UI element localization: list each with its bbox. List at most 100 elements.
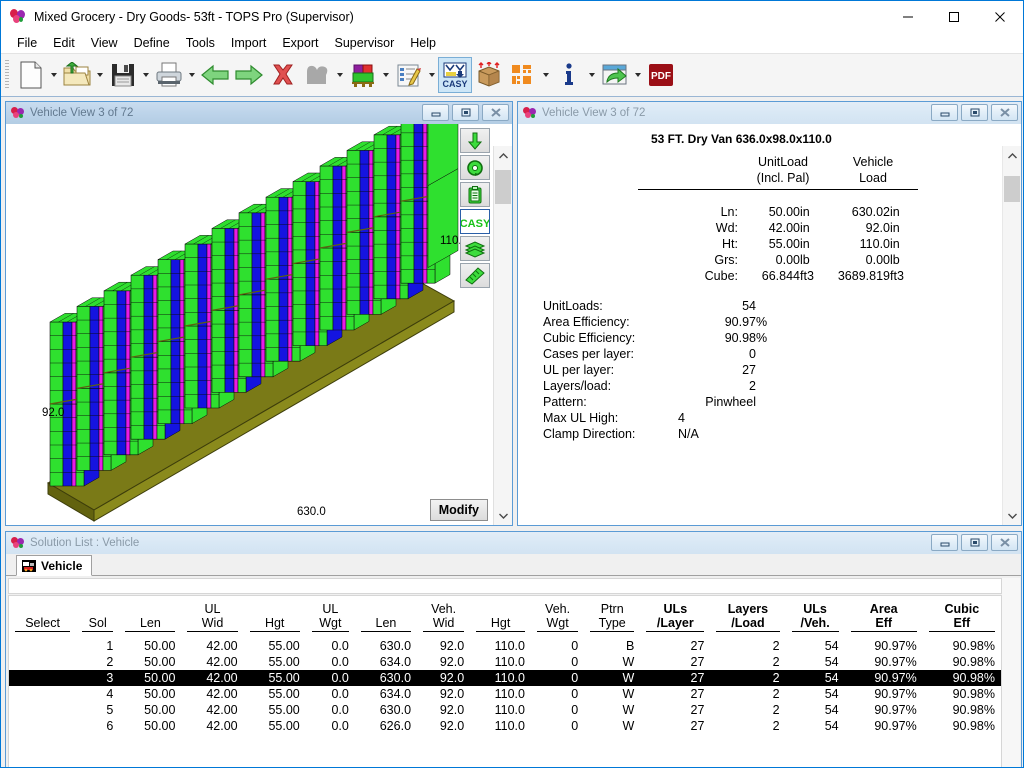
palletize-blocks-icon[interactable] bbox=[346, 57, 380, 93]
spec-ul-grs: 0.00 bbox=[775, 253, 800, 267]
export-share-icon[interactable] bbox=[598, 57, 632, 93]
modify-button[interactable]: Modify bbox=[429, 499, 488, 521]
menu-edit[interactable]: Edit bbox=[45, 34, 83, 52]
toolbar-grip[interactable] bbox=[5, 60, 9, 90]
cell-veh-hgt: 110.0 bbox=[470, 670, 531, 686]
minimize-icon[interactable] bbox=[931, 104, 958, 121]
table-row[interactable]: 4 50.00 42.00 55.00 0.0 634.0 92.0 110.0 0 W 27 2 54… bbox=[9, 686, 1001, 702]
vehicle-view-3d-window: Vehicle View 3 of 72 630.0 92.0 110 CASY… bbox=[5, 101, 513, 526]
table-row[interactable]: 1 50.00 42.00 55.00 0.0 630.0 92.0 110.0 0 B 27 2 54… bbox=[9, 638, 1001, 654]
new-document-dropdown[interactable] bbox=[48, 57, 60, 93]
solution-list-hscrollbar[interactable] bbox=[8, 578, 1002, 594]
info-dropdown[interactable] bbox=[586, 57, 598, 93]
menu-help[interactable]: Help bbox=[402, 34, 444, 52]
col-cubic-eff[interactable]: Cubic Eff bbox=[923, 602, 1001, 633]
col-veh-hgt[interactable]: Hgt bbox=[470, 602, 531, 633]
solution-list-vscrollbar[interactable] bbox=[1002, 578, 1020, 767]
cell-select bbox=[9, 686, 76, 702]
minimize-button[interactable] bbox=[885, 1, 931, 32]
vehicle-view-3d-vscrollbar[interactable] bbox=[493, 146, 512, 525]
col-ptrn-type[interactable]: Ptrn Type bbox=[584, 602, 640, 633]
restore-icon[interactable] bbox=[961, 104, 988, 121]
menu-define[interactable]: Define bbox=[126, 34, 178, 52]
print-dropdown[interactable] bbox=[186, 57, 198, 93]
ruler-icon[interactable] bbox=[460, 263, 490, 288]
scroll-up-icon[interactable] bbox=[494, 146, 512, 165]
palletize-blocks-dropdown[interactable] bbox=[380, 57, 392, 93]
save-dropdown[interactable] bbox=[140, 57, 152, 93]
col-veh-wgt[interactable]: Veh. Wgt bbox=[531, 602, 584, 633]
open-folder-dropdown[interactable] bbox=[94, 57, 106, 93]
menu-export[interactable]: Export bbox=[274, 34, 326, 52]
carton-box-icon[interactable] bbox=[472, 57, 506, 93]
minimize-icon[interactable] bbox=[931, 534, 958, 551]
minimize-icon[interactable] bbox=[422, 104, 449, 121]
col-veh-wid[interactable]: Veh. Wid bbox=[417, 602, 470, 633]
back-arrow-icon[interactable] bbox=[198, 57, 232, 93]
vehicle-view-report-vscrollbar[interactable] bbox=[1002, 146, 1021, 525]
col-veh-len[interactable]: Len bbox=[355, 602, 417, 633]
shape-gray-dropdown[interactable] bbox=[334, 57, 346, 93]
scroll-thumb[interactable] bbox=[1004, 176, 1020, 202]
rotate-icon[interactable] bbox=[460, 155, 490, 180]
export-share-dropdown[interactable] bbox=[632, 57, 644, 93]
menu-supervisor[interactable]: Supervisor bbox=[326, 34, 402, 52]
close-icon[interactable] bbox=[991, 534, 1018, 551]
close-icon[interactable] bbox=[482, 104, 509, 121]
col-uls-per-veh[interactable]: ULs/Veh. bbox=[786, 602, 845, 633]
spec-veh-grs-unit: lb bbox=[890, 253, 900, 267]
col-ul-wid[interactable]: UL Wid bbox=[181, 602, 243, 633]
restore-icon[interactable] bbox=[452, 104, 479, 121]
menu-file[interactable]: File bbox=[9, 34, 45, 52]
spec-header-row-1: UnitLoad Vehicle bbox=[638, 154, 918, 170]
casy-icon[interactable]: CASY bbox=[438, 57, 472, 93]
col-select[interactable]: Select bbox=[9, 602, 76, 633]
truck-load-3d-render[interactable]: 630.0 92.0 110.0 bbox=[6, 124, 461, 525]
scroll-up-icon[interactable] bbox=[1003, 146, 1021, 165]
menu-import[interactable]: Import bbox=[223, 34, 274, 52]
shape-gray-icon[interactable] bbox=[300, 57, 334, 93]
open-folder-icon[interactable] bbox=[60, 57, 94, 93]
menu-tools[interactable]: Tools bbox=[178, 34, 223, 52]
table-row[interactable]: 5 50.00 42.00 55.00 0.0 630.0 92.0 110.0 0 W 27 2 54… bbox=[9, 702, 1001, 718]
window-title: Mixed Grocery - Dry Goods- 53ft - TOPS P… bbox=[34, 9, 354, 24]
col-layers-per-load[interactable]: Layers/Load bbox=[710, 602, 785, 633]
layers-icon[interactable] bbox=[460, 236, 490, 261]
down-arrow-icon[interactable] bbox=[460, 128, 490, 153]
col-area-eff[interactable]: Area Eff bbox=[845, 602, 923, 633]
col-ul-len[interactable]: Len bbox=[119, 602, 181, 633]
menu-view[interactable]: View bbox=[83, 34, 126, 52]
tab-vehicle[interactable]: Vehicle bbox=[16, 555, 93, 576]
stat-row-pattern: Pattern: Pinwheel bbox=[543, 394, 767, 410]
table-row[interactable]: 6 50.00 42.00 55.00 0.0 626.0 92.0 110.0 0 W 27 2 54… bbox=[9, 718, 1001, 734]
restore-icon[interactable] bbox=[961, 534, 988, 551]
table-row[interactable]: 3 50.00 42.00 55.00 0.0 630.0 92.0 110.0 0 W 27 2 54… bbox=[9, 670, 1001, 686]
edit-notepad-icon[interactable] bbox=[392, 57, 426, 93]
delete-x-icon[interactable] bbox=[266, 57, 300, 93]
scroll-down-icon[interactable] bbox=[494, 506, 512, 525]
col-sol[interactable]: Sol bbox=[76, 602, 119, 633]
close-button[interactable] bbox=[977, 1, 1023, 32]
vehicle-view-report-body: 53 FT. Dry Van 636.0x98.0x110.0 UnitLoad… bbox=[518, 124, 1021, 525]
maximize-button[interactable] bbox=[931, 1, 977, 32]
pattern-squares-dropdown[interactable] bbox=[540, 57, 552, 93]
info-icon[interactable] bbox=[552, 57, 586, 93]
close-icon[interactable] bbox=[991, 104, 1018, 121]
new-document-icon[interactable] bbox=[14, 57, 48, 93]
scroll-down-icon[interactable] bbox=[1003, 506, 1021, 525]
edit-notepad-dropdown[interactable] bbox=[426, 57, 438, 93]
col-ul-wgt[interactable]: UL Wgt bbox=[306, 602, 355, 633]
pdf-icon[interactable]: PDF bbox=[644, 57, 678, 93]
forward-arrow-icon[interactable] bbox=[232, 57, 266, 93]
pattern-squares-icon[interactable] bbox=[506, 57, 540, 93]
cell-ul-wgt: 0.0 bbox=[331, 639, 349, 653]
spec-veh-wd-unit: in bbox=[890, 221, 900, 235]
casy-icon[interactable]: CASY bbox=[460, 209, 490, 234]
save-floppy-icon[interactable] bbox=[106, 57, 140, 93]
clipboard-icon[interactable] bbox=[460, 182, 490, 207]
col-ul-hgt[interactable]: Hgt bbox=[244, 602, 306, 633]
scroll-thumb[interactable] bbox=[495, 170, 511, 204]
col-uls-per-layer[interactable]: ULs/Layer bbox=[640, 602, 710, 633]
print-icon[interactable] bbox=[152, 57, 186, 93]
table-row[interactable]: 2 50.00 42.00 55.00 0.0 634.0 92.0 110.0 0 W 27 2 54… bbox=[9, 654, 1001, 670]
